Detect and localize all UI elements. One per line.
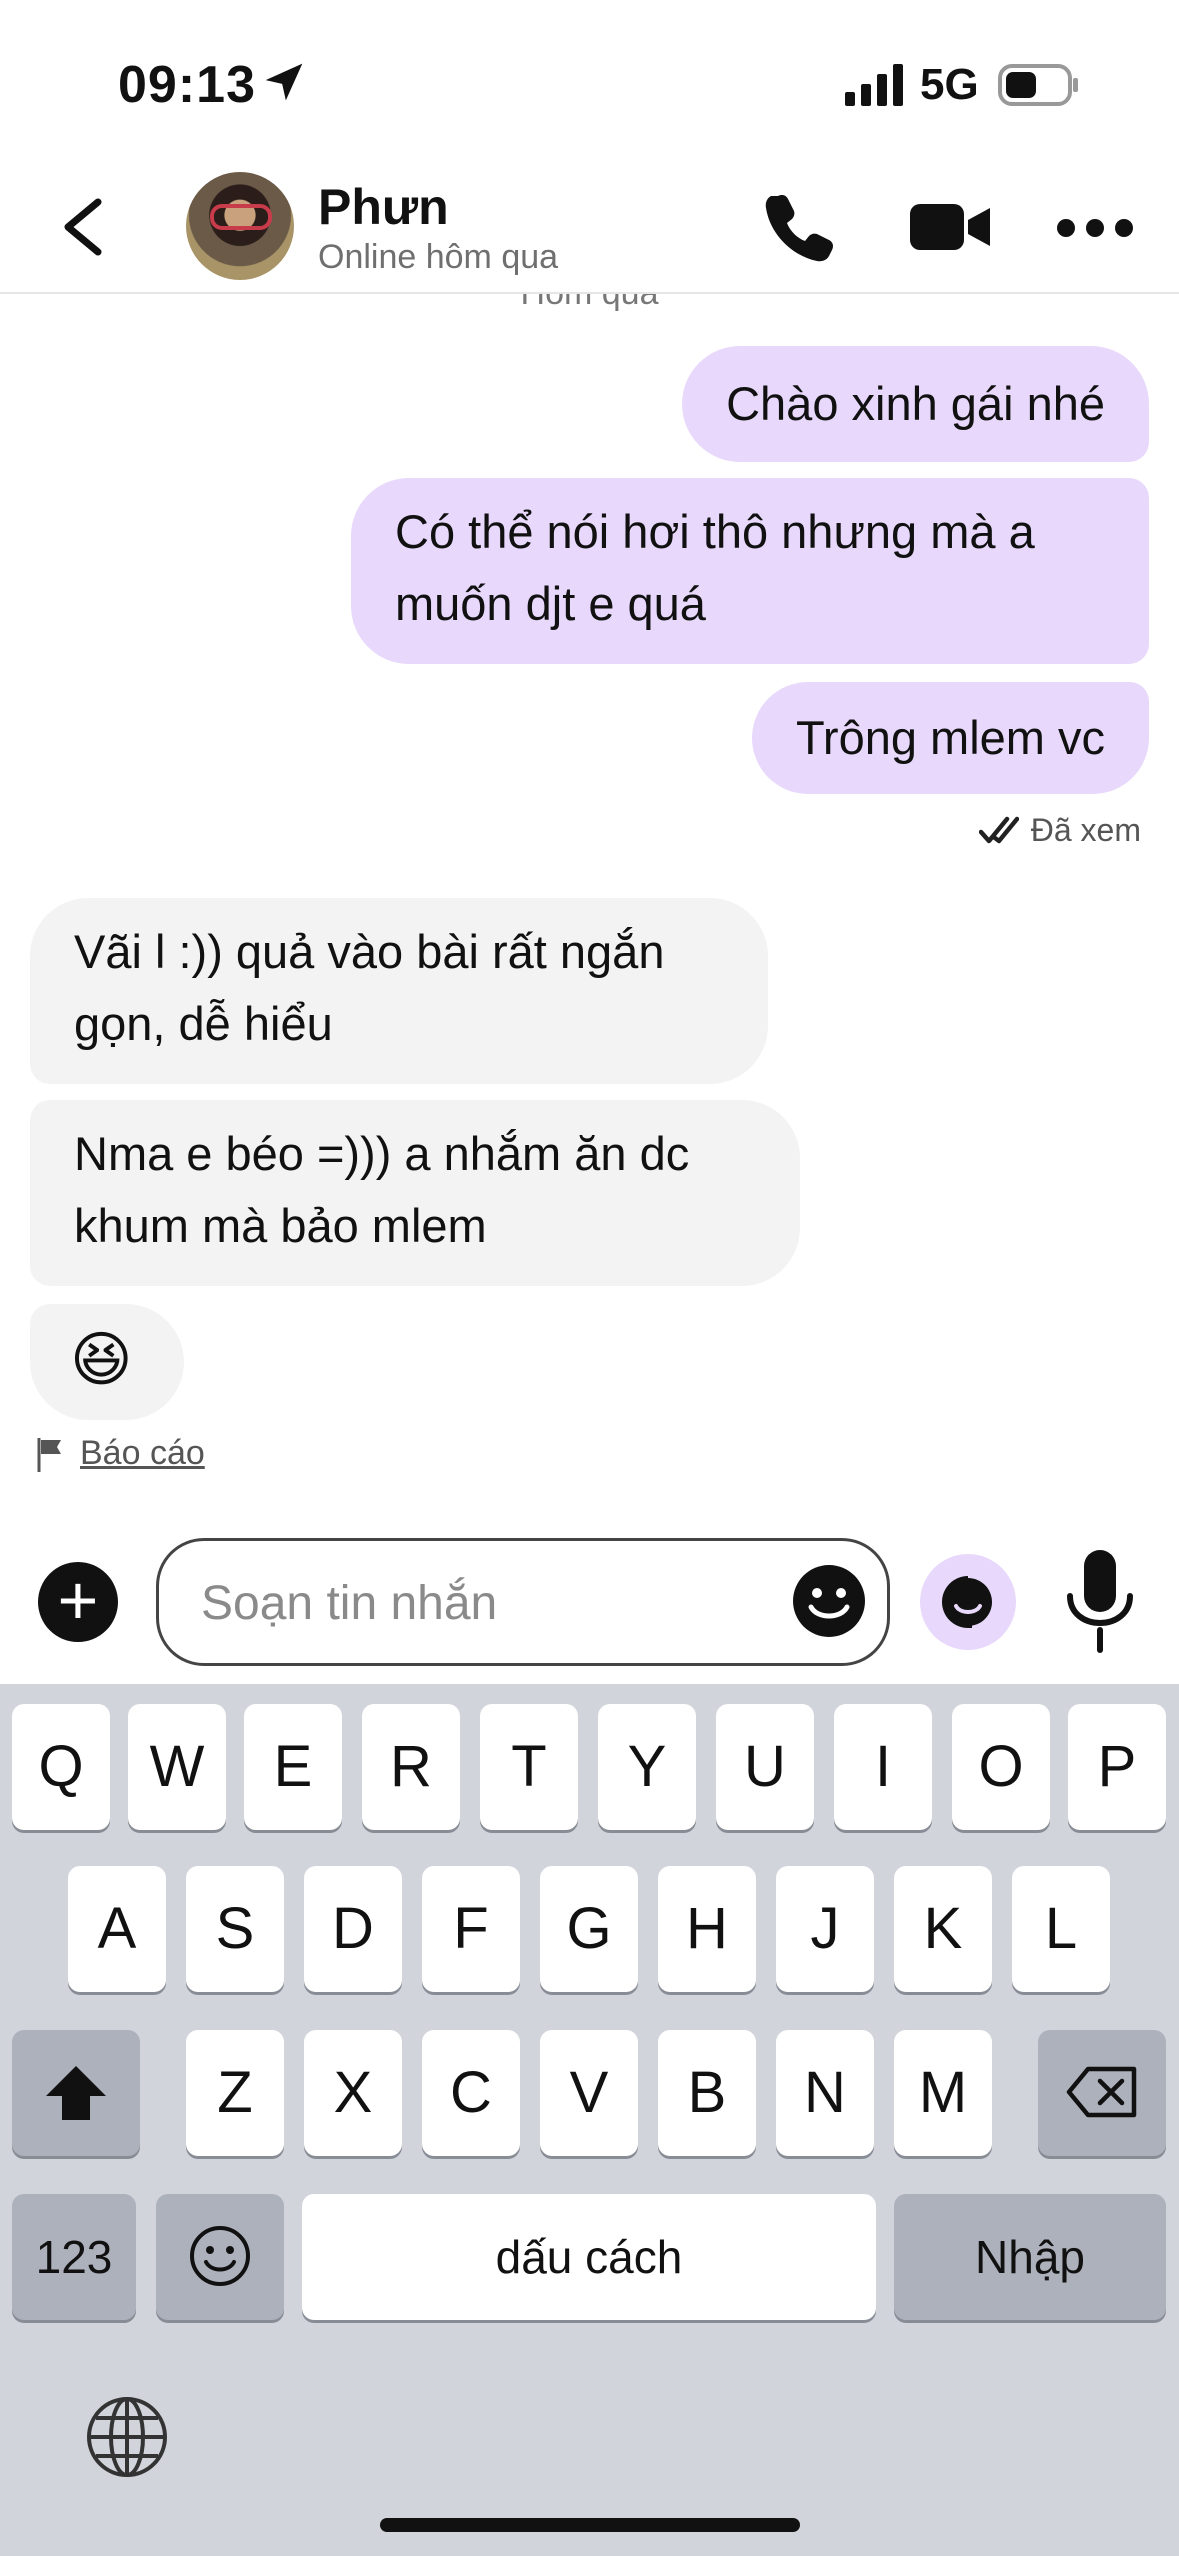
key-h[interactable]: H <box>658 1866 756 1992</box>
add-attachment-button[interactable]: + <box>38 1562 118 1642</box>
status-bar: 09:13 5G <box>0 0 1179 160</box>
seen-label: Đã xem <box>1030 812 1141 848</box>
video-call-icon[interactable] <box>910 190 990 262</box>
backspace-icon <box>1066 2066 1137 2118</box>
numbers-key[interactable]: 123 <box>12 2194 136 2320</box>
home-indicator <box>380 2518 800 2532</box>
incoming-message[interactable]: Vãi l :)) quả vào bài rất ngắn gọn, dễ h… <box>30 898 768 1084</box>
space-key[interactable]: dấu cách <box>302 2194 876 2320</box>
key-q[interactable]: Q <box>12 1704 110 1830</box>
contact-name[interactable]: Phưn <box>318 178 449 236</box>
emoji-icon <box>190 2226 250 2286</box>
incoming-emoji-message[interactable]: 😆 <box>30 1304 184 1420</box>
key-w[interactable]: W <box>128 1704 226 1830</box>
microphone-icon[interactable] <box>1060 1546 1140 1654</box>
flag-icon <box>37 1437 61 1472</box>
key-y[interactable]: Y <box>598 1704 696 1830</box>
chat-header: Phưn Online hôm qua <box>0 160 1179 294</box>
more-options-icon[interactable] <box>1056 190 1134 262</box>
location-arrow-icon <box>265 63 303 101</box>
shift-key[interactable] <box>12 2030 140 2156</box>
sticker-icon <box>942 1576 992 1628</box>
key-p[interactable]: P <box>1068 1704 1166 1830</box>
sticker-button[interactable] <box>920 1554 1016 1650</box>
cellular-signal-icon <box>845 64 903 106</box>
key-x[interactable]: X <box>304 2030 402 2156</box>
key-f[interactable]: F <box>422 1866 520 1992</box>
outgoing-message[interactable]: Chào xinh gái nhé <box>682 346 1149 462</box>
outgoing-message[interactable]: Có thể nói hơi thô nhưng mà a muốn djt e… <box>351 478 1149 664</box>
key-u[interactable]: U <box>716 1704 814 1830</box>
seen-receipt: Đã xem <box>978 812 1141 849</box>
globe-icon[interactable] <box>84 2394 170 2480</box>
key-b[interactable]: B <box>658 2030 756 2156</box>
day-separator: Hôm qua <box>0 294 1179 313</box>
key-z[interactable]: Z <box>186 2030 284 2156</box>
key-k[interactable]: K <box>894 1866 992 1992</box>
message-input[interactable] <box>201 1571 761 1635</box>
network-type: 5G <box>920 60 979 109</box>
key-v[interactable]: V <box>540 2030 638 2156</box>
key-o[interactable]: O <box>952 1704 1050 1830</box>
key-l[interactable]: L <box>1012 1866 1110 1992</box>
key-g[interactable]: G <box>540 1866 638 1992</box>
key-t[interactable]: T <box>480 1704 578 1830</box>
shift-arrow-icon <box>46 2066 106 2120</box>
message-list[interactable]: Hôm qua Chào xinh gái nhé Có thể nói hơi… <box>0 294 1179 1524</box>
backspace-key[interactable] <box>1038 2030 1166 2156</box>
emoji-icon[interactable] <box>789 1561 869 1641</box>
phone-call-icon[interactable] <box>764 190 836 262</box>
back-chevron-icon[interactable] <box>58 198 108 256</box>
battery-icon <box>998 64 1078 106</box>
key-a[interactable]: A <box>68 1866 166 1992</box>
key-m[interactable]: M <box>894 2030 992 2156</box>
report-link[interactable]: Báo cáo <box>36 1434 205 1473</box>
key-e[interactable]: E <box>244 1704 342 1830</box>
key-n[interactable]: N <box>776 2030 874 2156</box>
message-input-box[interactable] <box>156 1538 890 1666</box>
return-key[interactable]: Nhập <box>894 2194 1166 2320</box>
key-s[interactable]: S <box>186 1866 284 1992</box>
key-i[interactable]: I <box>834 1704 932 1830</box>
key-d[interactable]: D <box>304 1866 402 1992</box>
onscreen-keyboard: Q W E R T Y U I O P A S D F G H J K L Z … <box>0 1684 1179 2556</box>
presence-status: Online hôm qua <box>318 238 559 276</box>
message-composer: + <box>0 1524 1179 1684</box>
key-c[interactable]: C <box>422 2030 520 2156</box>
emoji-keyboard-key[interactable] <box>156 2194 284 2320</box>
double-check-icon <box>978 816 1019 843</box>
incoming-message[interactable]: Nma e béo =))) a nhắm ăn dc khum mà bảo … <box>30 1100 800 1286</box>
status-time: 09:13 <box>118 56 256 114</box>
report-label[interactable]: Báo cáo <box>80 1434 205 1473</box>
avatar[interactable] <box>186 172 294 280</box>
key-j[interactable]: J <box>776 1866 874 1992</box>
outgoing-message[interactable]: Trông mlem vc <box>751 682 1149 794</box>
key-r[interactable]: R <box>362 1704 460 1830</box>
